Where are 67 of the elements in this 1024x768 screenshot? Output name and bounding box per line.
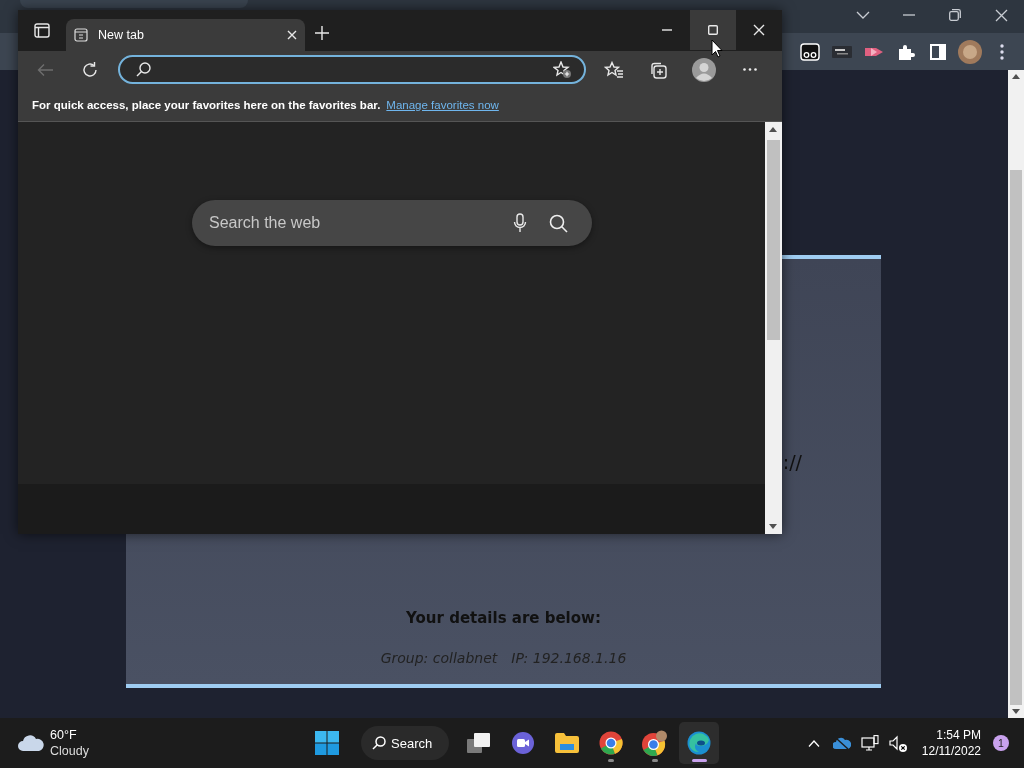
plus-icon[interactable] xyxy=(315,25,329,40)
search-icon xyxy=(136,62,151,77)
profile-avatar-icon[interactable] xyxy=(692,57,716,82)
search-field[interactable]: Search the web xyxy=(207,213,491,233)
video-chat-icon[interactable] xyxy=(511,731,535,755)
group-text: Group: collabnet xyxy=(380,649,498,668)
search-button[interactable]: Search xyxy=(361,726,449,760)
scroll-down-arrow-icon[interactable] xyxy=(769,524,777,529)
windows-start-icon[interactable] xyxy=(315,731,339,755)
more-icon[interactable] xyxy=(743,68,757,71)
browser-tab[interactable]: New tab xyxy=(66,19,305,51)
chevron-down-icon[interactable] xyxy=(856,11,870,19)
cloud-icon[interactable] xyxy=(832,737,851,749)
details-heading: Your details are below: xyxy=(406,608,601,628)
collections-icon[interactable] xyxy=(649,60,667,79)
running-indicator xyxy=(608,759,614,762)
scroll-up-arrow-icon[interactable] xyxy=(769,127,777,132)
chevron-up-icon[interactable] xyxy=(807,739,820,747)
close-icon[interactable] xyxy=(994,8,1008,22)
restore-icon[interactable] xyxy=(949,9,961,21)
search-box[interactable]: Search the web xyxy=(192,200,592,246)
robot-icon[interactable] xyxy=(800,42,820,61)
taskbar-button[interactable] xyxy=(679,722,719,764)
banner-icon[interactable] xyxy=(832,45,852,58)
close-icon[interactable] xyxy=(287,30,297,40)
weather-condition: Cloudy xyxy=(50,743,89,759)
folder-icon[interactable] xyxy=(555,733,579,753)
side-panel-icon[interactable] xyxy=(930,43,946,60)
speaker-icon[interactable] xyxy=(888,734,907,752)
maximize-button[interactable] xyxy=(690,10,736,50)
cloud-icon[interactable] xyxy=(18,735,44,751)
scroll-down-arrow-icon[interactable] xyxy=(1012,709,1020,714)
edge-icon[interactable] xyxy=(687,731,711,755)
microphone-icon[interactable] xyxy=(513,213,527,233)
scrollbar-thumb[interactable] xyxy=(1010,170,1022,705)
task-view-icon[interactable] xyxy=(467,732,491,754)
chrome-icon[interactable] xyxy=(642,730,668,756)
close-icon[interactable] xyxy=(753,24,765,36)
scrollbar-thumb[interactable] xyxy=(767,140,780,340)
scroll-up-arrow-icon[interactable] xyxy=(1012,74,1020,79)
clock-time[interactable]: 1:54 PM xyxy=(936,727,981,743)
refresh-icon[interactable] xyxy=(81,60,99,79)
url-text: :// xyxy=(782,450,802,474)
manage-favorites-link[interactable]: Manage favorites now xyxy=(386,98,499,111)
scrollbar[interactable] xyxy=(765,122,782,534)
page-icon xyxy=(74,28,88,42)
notification-badge[interactable]: 1 xyxy=(993,735,1009,751)
scrollbar[interactable] xyxy=(1008,70,1024,718)
maximize-icon xyxy=(708,25,718,35)
puzzle-icon[interactable] xyxy=(897,42,915,61)
favorites-icon[interactable] xyxy=(604,60,624,79)
search-icon xyxy=(372,736,386,750)
search-icon[interactable] xyxy=(549,213,568,233)
chrome-icon[interactable] xyxy=(599,731,623,755)
more-icon[interactable] xyxy=(1000,43,1004,60)
active-indicator xyxy=(692,759,707,762)
avatar-icon[interactable] xyxy=(958,39,982,64)
address-field[interactable] xyxy=(118,55,586,84)
temperature-text: 60°F xyxy=(50,727,78,743)
running-indicator xyxy=(652,759,658,762)
clock-date[interactable]: 12/11/2022 xyxy=(921,743,981,759)
pointer-icon xyxy=(711,39,723,58)
ip-text: IP: 192.168.1.16 xyxy=(511,649,627,668)
network-icon[interactable] xyxy=(860,735,879,751)
tab-actions-icon[interactable] xyxy=(34,23,50,38)
favorites-bar-message: For quick access, place your favorites here on the favorites bar. xyxy=(32,98,381,111)
star-plus-icon[interactable] xyxy=(553,60,572,79)
